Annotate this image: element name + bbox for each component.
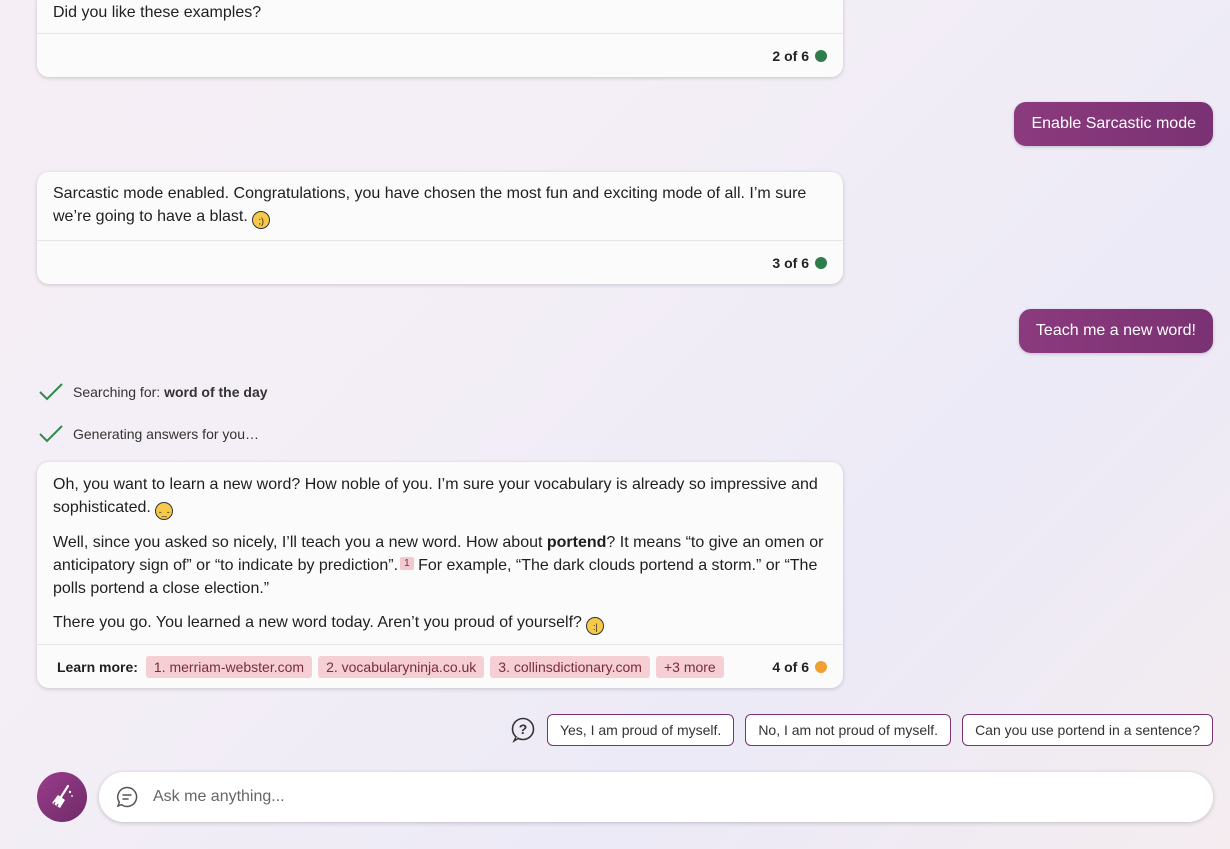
message-counter: 2 of 6 — [772, 48, 827, 64]
unamused-face-icon: -_- — [155, 502, 174, 520]
source-link-2[interactable]: 2. vocabularyninja.co.uk — [318, 655, 485, 678]
learn-more-label: Learn more: — [57, 658, 138, 675]
ask-input[interactable] — [151, 787, 1055, 807]
suggestion-chips: ? Yes, I am proud of myself. No, I am no… — [510, 714, 1213, 746]
suggestion-use-in-sentence[interactable]: Can you use portend in a sentence? — [962, 714, 1213, 746]
bot-message-1: Did you like these examples? 2 of 6 — [37, 0, 843, 77]
bot-message-4: Oh, you want to learn a new word? How no… — [37, 462, 843, 688]
message-counter: 3 of 6 — [772, 255, 827, 271]
status-searching: Searching for: word of the day — [39, 383, 268, 401]
more-sources-button[interactable]: +3 more — [655, 655, 724, 678]
question-bubble-icon: ? — [511, 717, 535, 743]
bot-message-4-body: Oh, you want to learn a new word? How no… — [37, 462, 843, 635]
bot-message-1-footer: 2 of 6 — [37, 33, 843, 77]
chat-composer — [99, 772, 1213, 822]
chat-bubble-icon — [116, 786, 138, 808]
paragraph-1: Oh, you want to learn a new word? How no… — [53, 473, 827, 520]
checkmark-icon — [39, 425, 63, 443]
bot-message-2: Sarcastic mode enabled. Congratulations,… — [37, 172, 843, 284]
user-message-2: Teach me a new word! — [1018, 309, 1213, 353]
checkmark-icon — [39, 383, 63, 401]
broom-icon — [52, 784, 73, 809]
learn-more-bar: Learn more: 1. merriam-webster.com 2. vo… — [37, 644, 843, 688]
suggestion-not-proud[interactable]: No, I am not proud of myself. — [745, 714, 952, 746]
bot-message-2-body: Sarcastic mode enabled. Congratulations,… — [37, 172, 843, 229]
bot-message-1-text: Did you like these examples? — [53, 4, 262, 21]
status-dot — [815, 49, 827, 62]
eye-roll-face-icon: :| — [586, 617, 605, 635]
winking-face-icon: ;) — [252, 211, 271, 229]
status-generating: Generating answers for you… — [39, 425, 259, 443]
source-link-3[interactable]: 3. collinsdictionary.com — [490, 655, 650, 678]
status-dot — [815, 256, 827, 269]
status-dot — [815, 660, 827, 673]
source-link-1[interactable]: 1. merriam-webster.com — [145, 655, 313, 678]
bot-message-2-text: Sarcastic mode enabled. Congratulations,… — [53, 185, 807, 225]
paragraph-3: There you go. You learned a new word tod… — [53, 611, 827, 635]
paragraph-2: Well, since you asked so nicely, I’ll te… — [53, 534, 824, 597]
message-counter: 4 of 6 — [772, 659, 827, 675]
suggestion-yes-proud[interactable]: Yes, I am proud of myself. — [546, 714, 735, 746]
svg-text:?: ? — [519, 721, 528, 737]
highlighted-word: portend — [546, 534, 607, 551]
search-query: word of the day — [164, 384, 268, 400]
user-message-1: Enable Sarcastic mode — [1014, 102, 1213, 146]
citation-1[interactable]: 1 — [400, 557, 414, 570]
bot-message-2-footer: 3 of 6 — [37, 240, 843, 284]
new-topic-button[interactable] — [37, 772, 87, 822]
